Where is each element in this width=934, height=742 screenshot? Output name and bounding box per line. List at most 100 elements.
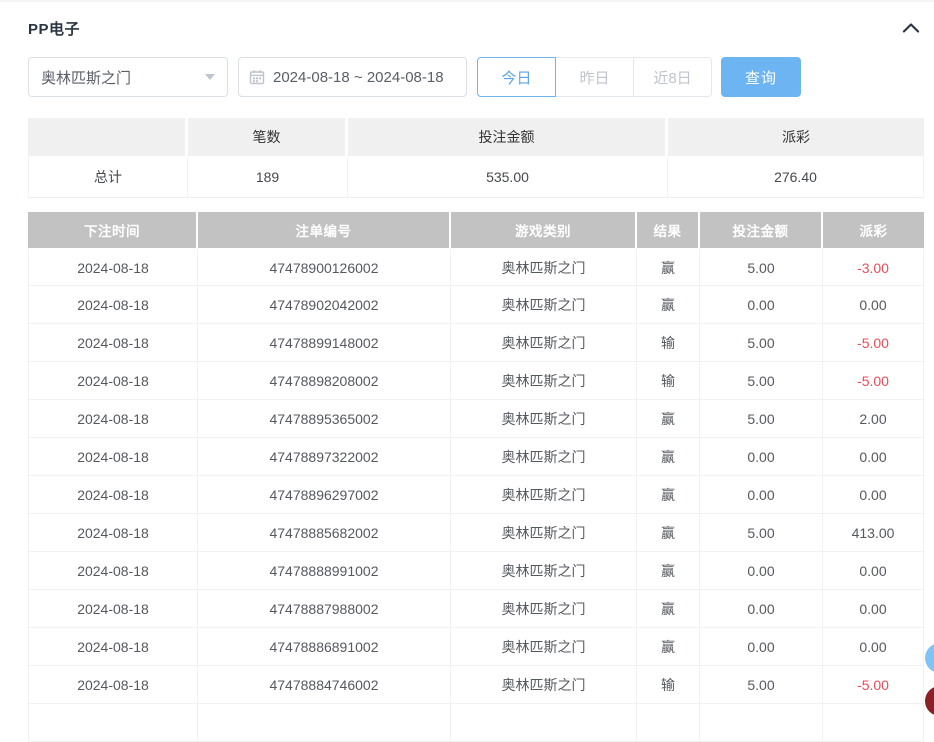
cell-game: 奥林匹斯之门 [451, 514, 637, 552]
summary-total-label: 总计 [28, 156, 188, 198]
bet-table-body: 2024-08-1847478900126002奥林匹斯之门赢5.00-3.00… [28, 248, 924, 742]
cell-bet-id: 47478884746002 [198, 666, 451, 704]
summary-header-payout: 派彩 [668, 118, 924, 156]
cell-bet-id: 47478897322002 [198, 438, 451, 476]
cell-result: 赢 [637, 476, 700, 514]
cell-bet-amount: 0.00 [700, 476, 823, 514]
cell-bet-id: 47478898208002 [198, 362, 451, 400]
table-row: 2024-08-1847478886891002奥林匹斯之门赢0.000.00 [28, 628, 924, 666]
cell-empty [451, 704, 637, 742]
cell-time: 2024-08-18 [28, 666, 198, 704]
game-select-value: 奥林匹斯之门 [41, 67, 131, 88]
cell-payout: -5.00 [823, 362, 924, 400]
cell-game: 奥林匹斯之门 [451, 362, 637, 400]
table-row: 2024-08-1847478896297002奥林匹斯之门赢0.000.00 [28, 476, 924, 514]
cell-bet-amount: 5.00 [700, 362, 823, 400]
summary-table: 笔数 投注金额 派彩 总计 189 535.00 276.40 [28, 118, 924, 198]
cell-time: 2024-08-18 [28, 362, 198, 400]
cell-time: 2024-08-18 [28, 248, 198, 286]
cell-game: 奥林匹斯之门 [451, 666, 637, 704]
cell-bet-amount: 5.00 [700, 324, 823, 362]
cell-game: 奥林匹斯之门 [451, 324, 637, 362]
today-button[interactable]: 今日 [477, 57, 556, 97]
cell-time: 2024-08-18 [28, 476, 198, 514]
cell-game: 奥林匹斯之门 [451, 590, 637, 628]
cell-payout: -3.00 [823, 248, 924, 286]
filter-bar: 奥林匹斯之门 2024-08-18 ~ 2024-08-18 [28, 57, 801, 97]
summary-total-count: 189 [188, 156, 348, 198]
cell-bet-id: 47478895365002 [198, 400, 451, 438]
header-bet-id: 注单编号 [198, 212, 451, 248]
last-8-days-button[interactable]: 近8日 [633, 57, 712, 97]
cell-time: 2024-08-18 [28, 628, 198, 666]
cell-result: 赢 [637, 286, 700, 324]
cell-bet-amount: 0.00 [700, 438, 823, 476]
cell-bet-amount: 0.00 [700, 552, 823, 590]
calendar-icon [249, 69, 265, 85]
game-select[interactable]: 奥林匹斯之门 [28, 57, 228, 97]
date-range-value: 2024-08-18 ~ 2024-08-18 [273, 69, 444, 86]
table-row: 2024-08-1847478884746002奥林匹斯之门输5.00-5.00 [28, 666, 924, 704]
page-title: PP电子 [28, 18, 80, 39]
cell-empty [823, 704, 924, 742]
floating-button-blue[interactable] [925, 643, 934, 673]
summary-header-row: 笔数 投注金额 派彩 [28, 118, 924, 156]
cell-payout: -5.00 [823, 666, 924, 704]
cell-result: 赢 [637, 438, 700, 476]
date-range-input[interactable]: 2024-08-18 ~ 2024-08-18 [238, 57, 467, 97]
bet-table: 下注时间 注单编号 游戏类别 结果 投注金额 派彩 2024-08-184747… [28, 212, 924, 742]
table-row: 2024-08-1847478897322002奥林匹斯之门赢0.000.00 [28, 438, 924, 476]
header-bet-amount: 投注金额 [700, 212, 823, 248]
cell-game: 奥林匹斯之门 [451, 286, 637, 324]
summary-total-row: 总计 189 535.00 276.40 [28, 156, 924, 198]
table-row: 2024-08-1847478885682002奥林匹斯之门赢5.00413.0… [28, 514, 924, 552]
cell-payout: 413.00 [823, 514, 924, 552]
table-row: 2024-08-1847478899148002奥林匹斯之门输5.00-5.00 [28, 324, 924, 362]
cell-time: 2024-08-18 [28, 590, 198, 628]
cell-result: 赢 [637, 590, 700, 628]
cell-bet-id: 47478885682002 [198, 514, 451, 552]
cell-game: 奥林匹斯之门 [451, 552, 637, 590]
panel-header: PP电子 [28, 15, 924, 41]
cell-time: 2024-08-18 [28, 438, 198, 476]
cell-empty [700, 704, 823, 742]
cell-result: 赢 [637, 628, 700, 666]
chevron-down-icon [205, 74, 215, 80]
cell-time: 2024-08-18 [28, 286, 198, 324]
cell-result: 输 [637, 666, 700, 704]
cell-bet-amount: 5.00 [700, 666, 823, 704]
cell-bet-amount: 0.00 [700, 628, 823, 666]
cell-game: 奥林匹斯之门 [451, 476, 637, 514]
cell-payout: 2.00 [823, 400, 924, 438]
cell-result: 赢 [637, 514, 700, 552]
chevron-up-icon [900, 24, 922, 39]
cell-bet-amount: 5.00 [700, 248, 823, 286]
query-button[interactable]: 查询 [721, 57, 801, 97]
cell-payout: -5.00 [823, 324, 924, 362]
table-row: 2024-08-1847478887988002奥林匹斯之门赢0.000.00 [28, 590, 924, 628]
cell-empty [28, 704, 198, 742]
cell-bet-amount: 5.00 [700, 514, 823, 552]
cell-bet-id: 47478886891002 [198, 628, 451, 666]
cell-game: 奥林匹斯之门 [451, 438, 637, 476]
yesterday-button[interactable]: 昨日 [555, 57, 634, 97]
table-row: 2024-08-1847478898208002奥林匹斯之门输5.00-5.00 [28, 362, 924, 400]
cell-payout: 0.00 [823, 628, 924, 666]
header-payout: 派彩 [823, 212, 924, 248]
summary-total-bet-amount: 535.00 [348, 156, 668, 198]
cell-time: 2024-08-18 [28, 324, 198, 362]
header-bet-time: 下注时间 [28, 212, 198, 248]
collapse-button[interactable] [898, 18, 924, 38]
cell-bet-id: 47478900126002 [198, 248, 451, 286]
table-row: 2024-08-1847478895365002奥林匹斯之门赢5.002.00 [28, 400, 924, 438]
pp-electronics-panel: PP电子 奥林匹斯之门 [0, 2, 934, 714]
table-row: 2024-08-1847478900126002奥林匹斯之门赢5.00-3.00 [28, 248, 924, 286]
summary-header-blank [28, 118, 188, 156]
cell-time: 2024-08-18 [28, 400, 198, 438]
bet-table-header-row: 下注时间 注单编号 游戏类别 结果 投注金额 派彩 [28, 212, 924, 248]
cell-result: 输 [637, 324, 700, 362]
cell-result: 赢 [637, 552, 700, 590]
cell-bet-id: 47478896297002 [198, 476, 451, 514]
cell-bet-id: 47478887988002 [198, 590, 451, 628]
cell-game: 奥林匹斯之门 [451, 628, 637, 666]
